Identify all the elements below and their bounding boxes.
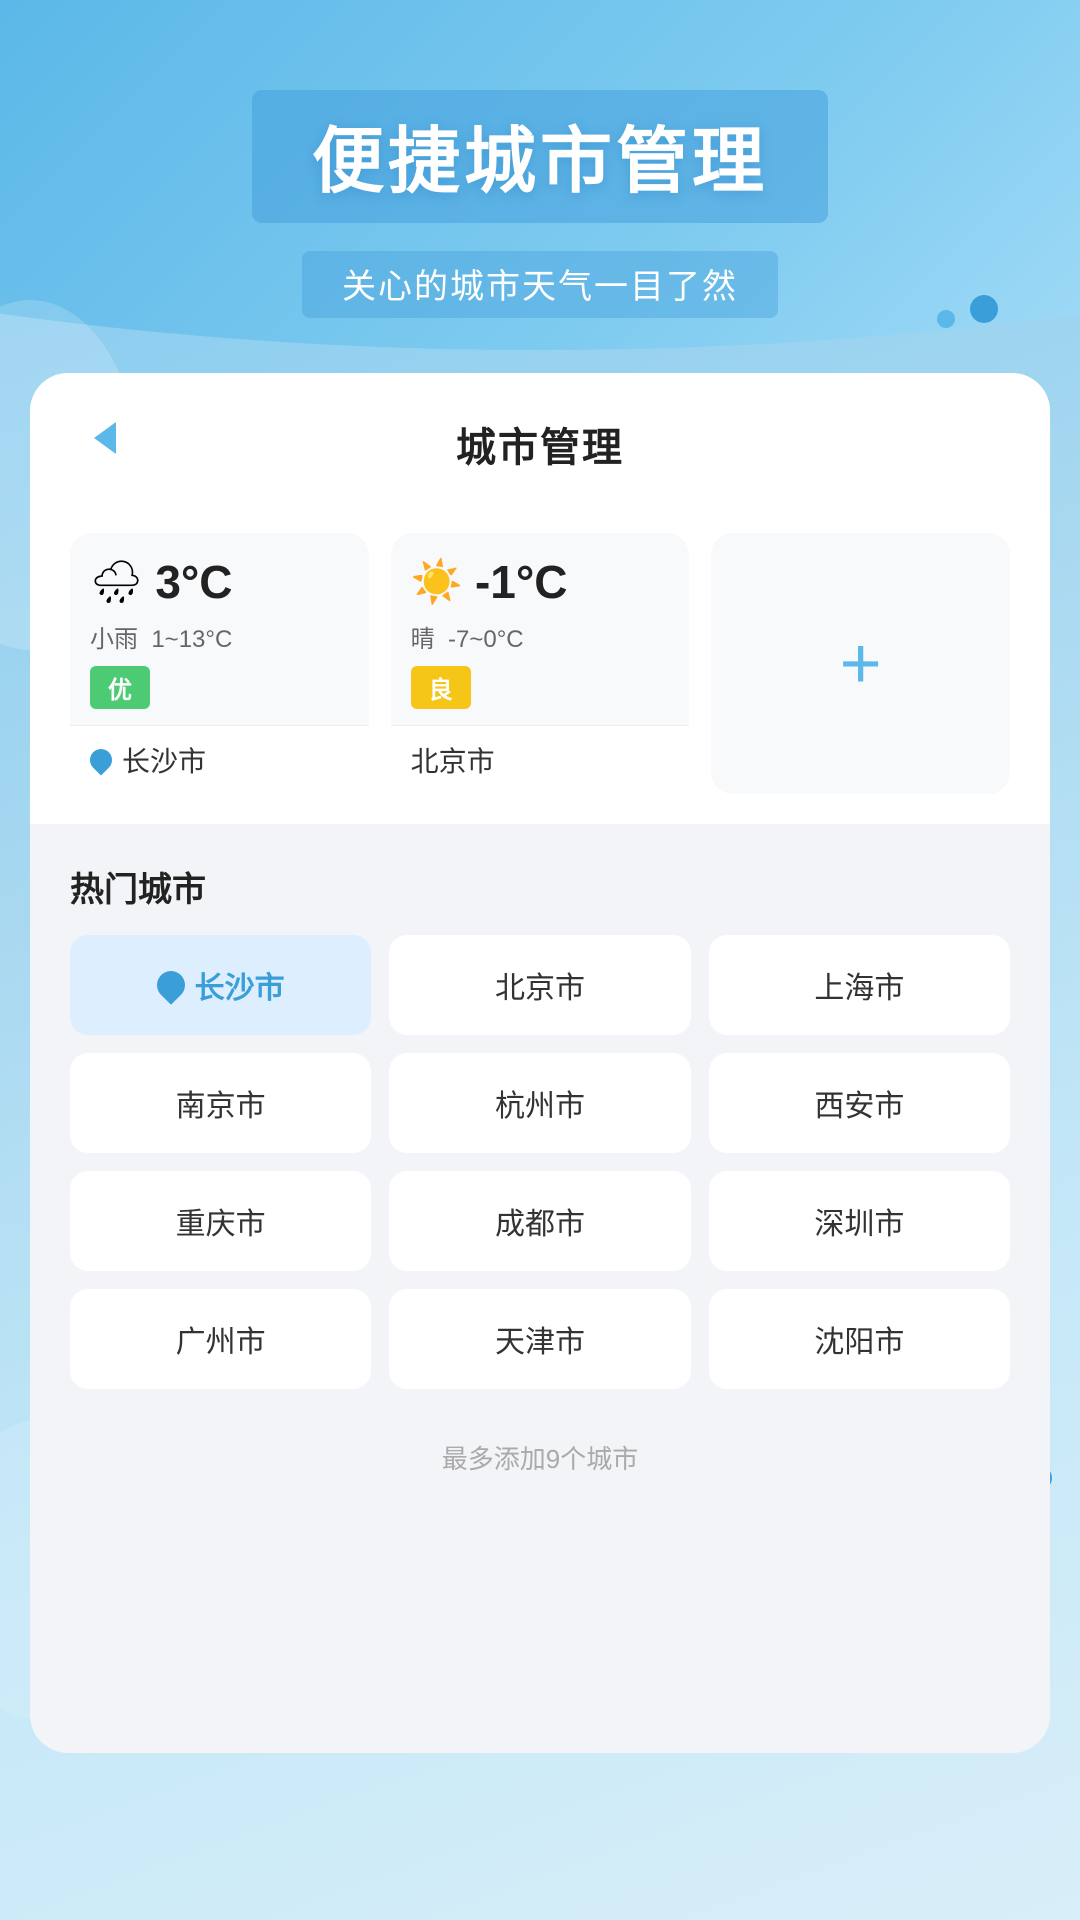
hot-cities-grid: 长沙市 北京市 上海市 南京市 杭州市 西安市 重庆市 成都市 <box>70 935 1010 1389</box>
hot-city-label-changsha: 长沙市 <box>195 963 285 1007</box>
hot-city-shenyang[interactable]: 沈阳市 <box>709 1289 1010 1389</box>
page-title: 便捷城市管理 <box>312 102 768 207</box>
hot-section-title: 热门城市 <box>70 862 1010 911</box>
quality-badge-changsha: 优 <box>90 666 150 709</box>
temp-row-beijing: ☀️ -1°C <box>411 555 670 609</box>
hot-city-chongqing[interactable]: 重庆市 <box>70 1171 371 1271</box>
temp-row-changsha: 🌧 3°C <box>90 555 349 609</box>
hot-city-tianjin[interactable]: 天津市 <box>389 1289 690 1389</box>
hot-city-nanjing[interactable]: 南京市 <box>70 1053 371 1153</box>
hot-city-label-xian: 西安市 <box>814 1081 904 1125</box>
hot-city-beijing[interactable]: 北京市 <box>389 935 690 1035</box>
hot-city-label-guangzhou: 广州市 <box>176 1317 266 1361</box>
desc-changsha: 小雨 1~13°C <box>90 619 349 654</box>
card-header: 城市管理 <box>30 373 1050 503</box>
hot-city-changsha[interactable]: 长沙市 <box>70 935 371 1035</box>
hot-city-label-hangzhou: 杭州市 <box>495 1081 585 1125</box>
city-cards-row: 🌧 3°C 小雨 1~13°C 优 长沙市 ☀️ -1°C 晴 -7~0°C 良 <box>30 503 1050 824</box>
city-name-row-changsha: 长沙市 <box>70 725 369 794</box>
footer-note: 最多添加9个城市 <box>30 1389 1050 1476</box>
city-card-changsha[interactable]: 🌧 3°C 小雨 1~13°C 优 长沙市 <box>70 533 369 794</box>
hot-city-label-chongqing: 重庆市 <box>176 1199 266 1243</box>
hot-city-label-chengdu: 成都市 <box>495 1199 585 1243</box>
weather-top-beijing: ☀️ -1°C 晴 -7~0°C 良 <box>391 533 690 725</box>
hot-city-chengdu[interactable]: 成都市 <box>389 1171 690 1271</box>
hot-city-hangzhou[interactable]: 杭州市 <box>389 1053 690 1153</box>
city-name-beijing: 北京市 <box>411 740 495 780</box>
hot-city-shenzhen[interactable]: 深圳市 <box>709 1171 1010 1271</box>
main-card: 城市管理 🌧 3°C 小雨 1~13°C 优 长沙市 ☀️ <box>30 373 1050 1753</box>
subtitle-bg: 关心的城市天气一目了然 <box>302 251 778 318</box>
hot-city-label-tianjin: 天津市 <box>495 1317 585 1361</box>
quality-badge-beijing: 良 <box>411 666 471 709</box>
hot-city-xian[interactable]: 西安市 <box>709 1053 1010 1153</box>
city-name-changsha: 长沙市 <box>122 740 206 780</box>
hot-city-label-nanjing: 南京市 <box>176 1081 266 1125</box>
add-city-card[interactable]: + <box>711 533 1010 794</box>
weather-icon-beijing: ☀️ <box>411 558 463 607</box>
temp-changsha: 3°C <box>155 555 232 609</box>
hot-city-label-beijing: 北京市 <box>495 963 585 1007</box>
desc-beijing: 晴 -7~0°C <box>411 619 670 654</box>
title-bg: 便捷城市管理 <box>252 90 828 223</box>
back-icon <box>94 422 116 454</box>
location-icon-hot-changsha <box>151 965 191 1005</box>
hot-section: 热门城市 长沙市 北京市 上海市 南京市 杭州市 西安市 重庆市 <box>30 824 1050 1389</box>
hot-city-guangzhou[interactable]: 广州市 <box>70 1289 371 1389</box>
hot-city-label-shenyang: 沈阳市 <box>814 1317 904 1361</box>
hot-city-shanghai[interactable]: 上海市 <box>709 935 1010 1035</box>
weather-top-changsha: 🌧 3°C 小雨 1~13°C 优 <box>70 533 369 725</box>
city-card-beijing[interactable]: ☀️ -1°C 晴 -7~0°C 良 北京市 <box>391 533 690 794</box>
city-name-row-beijing: 北京市 <box>391 725 690 794</box>
add-icon: + <box>840 628 882 700</box>
page-header: 便捷城市管理 关心的城市天气一目了然 <box>0 0 1080 318</box>
hot-city-label-shanghai: 上海市 <box>814 963 904 1007</box>
hot-city-label-shenzhen: 深圳市 <box>814 1199 904 1243</box>
temp-beijing: -1°C <box>475 555 568 609</box>
back-button[interactable] <box>80 413 130 463</box>
location-icon-changsha <box>85 744 116 775</box>
weather-icon-changsha: 🌧 <box>90 558 143 607</box>
card-title: 城市管理 <box>456 415 624 473</box>
page-subtitle: 关心的城市天气一目了然 <box>342 259 738 308</box>
